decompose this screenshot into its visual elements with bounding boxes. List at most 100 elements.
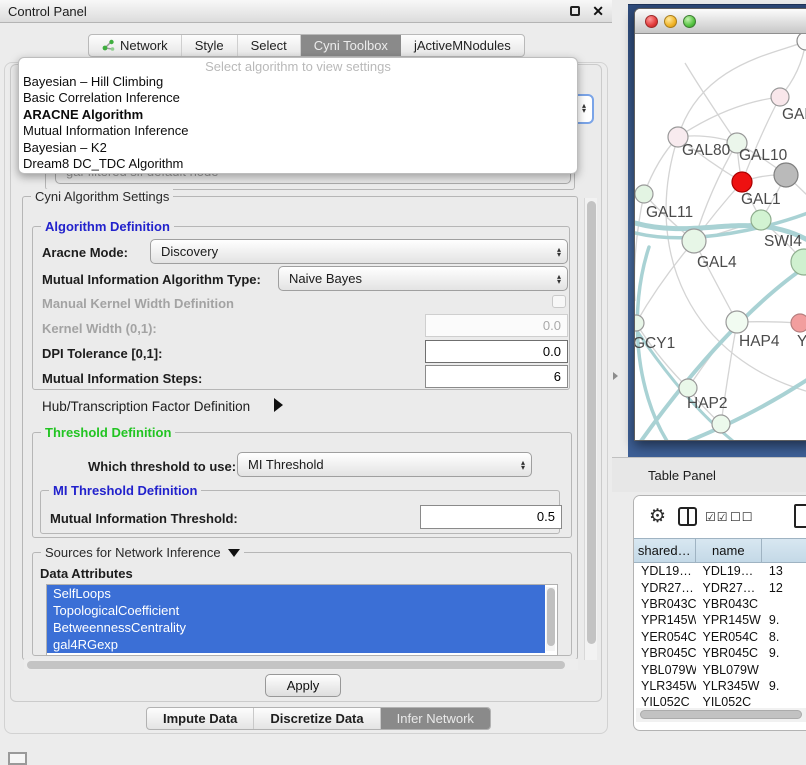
attribute-item-selected[interactable]: SelfLoops xyxy=(47,585,545,602)
table-row[interactable]: YBL079WYBL079W xyxy=(634,661,806,677)
close-icon[interactable]: ✕ xyxy=(592,6,604,16)
table-rows[interactable]: YDL19…YDL19…13YDR27…YDR27…12YBR043CYBR04… xyxy=(634,563,806,711)
bottom-tab-discretize-data[interactable]: Discretize Data xyxy=(254,708,380,729)
aracne-mode-combo[interactable]: Discovery ▴▾ xyxy=(150,239,568,264)
table-row[interactable]: YDR27…YDR27…12 xyxy=(634,579,806,595)
hub-section-label[interactable]: Hub/Transcription Factor Definition xyxy=(42,399,250,414)
attribute-item-selected[interactable]: BetweennessCentrality xyxy=(47,619,545,636)
network-node[interactable] xyxy=(791,314,806,332)
tab-network[interactable]: Network xyxy=(89,35,182,56)
kernel-width-field[interactable]: 0.0 xyxy=(425,314,568,337)
network-canvas[interactable]: GALGAL80GAL10GAL1GAL11SWI4GAL4GCY1HAP4YH… xyxy=(635,34,806,441)
network-node[interactable] xyxy=(751,210,771,230)
algorithm-item[interactable]: Mutual Information Inference xyxy=(19,123,577,139)
node-label: GAL80 xyxy=(682,142,731,159)
network-node[interactable] xyxy=(726,311,748,333)
minimize-traffic-light-icon[interactable] xyxy=(664,15,677,28)
table-hscroll-thumb[interactable] xyxy=(640,710,802,719)
network-window-titlebar[interactable] xyxy=(635,9,806,34)
unchecked-checkboxes-icon[interactable]: ☐☐ xyxy=(730,510,754,524)
float-window-icon[interactable] xyxy=(570,6,580,16)
table-row[interactable]: YBR045CYBR045C9. xyxy=(634,645,806,661)
network-node[interactable] xyxy=(635,315,644,331)
attribute-item-selected[interactable]: TopologicalCoefficient xyxy=(47,602,545,619)
network-node[interactable] xyxy=(791,249,806,275)
dpi-tolerance-field[interactable]: 0.0 xyxy=(425,340,568,363)
mi-algorithm-type-combo[interactable]: Naive Bayes ▴▾ xyxy=(278,266,568,291)
algorithm-definition-title: Algorithm Definition xyxy=(41,219,174,234)
algorithm-item[interactable]: Basic Correlation Inference xyxy=(19,90,577,106)
bottom-tab-infer-network[interactable]: Infer Network xyxy=(381,708,490,729)
network-node[interactable] xyxy=(732,172,752,192)
table-header-row[interactable]: shared…name xyxy=(634,538,806,563)
checked-checkboxes-icon[interactable]: ☑☑ xyxy=(705,510,729,524)
data-attributes-list[interactable]: SelfLoopsTopologicalCoefficientBetweenne… xyxy=(46,584,558,656)
algorithm-item[interactable]: Bayesian – K2 xyxy=(19,140,577,156)
settings-vscroll-thumb[interactable] xyxy=(587,201,596,644)
tab-style[interactable]: Style xyxy=(182,35,238,56)
table-cell: 9. xyxy=(762,613,806,627)
table-row[interactable]: YBR043CYBR043C xyxy=(634,596,806,612)
table-cell: 8. xyxy=(762,630,806,644)
bottom-tab-impute-data[interactable]: Impute Data xyxy=(147,708,254,729)
node-label: GAL1 xyxy=(741,191,781,208)
network-node[interactable] xyxy=(682,229,706,253)
tab-jactivemnodules[interactable]: jActiveMNodules xyxy=(401,35,524,56)
table-cell: YER054C xyxy=(696,630,762,644)
table-cell: YBR045C xyxy=(696,646,762,660)
collapsed-arrow-icon[interactable] xyxy=(274,398,283,412)
window-corner-icon[interactable] xyxy=(8,752,27,765)
apply-button[interactable]: Apply xyxy=(265,674,341,697)
table-cell: YER054C xyxy=(634,630,696,644)
algorithm-item[interactable]: Bayesian – Hill Climbing xyxy=(19,74,577,90)
aracne-mode-label: Aracne Mode: xyxy=(42,245,128,260)
algorithm-item[interactable]: ARACNE Algorithm xyxy=(19,107,577,123)
which-threshold-combo[interactable]: MI Threshold ▴▾ xyxy=(237,452,532,477)
table-cell: YPR145W xyxy=(696,613,762,627)
attribute-items: SelfLoopsTopologicalCoefficientBetweenne… xyxy=(47,585,557,653)
settings-hscroll-thumb[interactable] xyxy=(27,661,565,669)
expanded-arrow-icon[interactable] xyxy=(228,549,240,557)
table-row[interactable]: YER054CYER054C8. xyxy=(634,629,806,645)
aracne-mode-value: Discovery xyxy=(161,244,218,259)
attribute-item-selected[interactable]: gal4RGexp xyxy=(47,636,545,653)
table-cell: YDL19… xyxy=(634,564,696,578)
table-cell: YDR27… xyxy=(634,581,696,595)
table-panel-header: Table Panel xyxy=(612,457,806,492)
network-node[interactable] xyxy=(635,185,653,203)
column-header[interactable]: shared… xyxy=(634,539,696,562)
tab-cyni-toolbox[interactable]: Cyni Toolbox xyxy=(301,35,401,56)
zoom-traffic-light-icon[interactable] xyxy=(683,15,696,28)
splitter-handle-icon[interactable] xyxy=(613,372,618,380)
table-row[interactable]: YPR145WYPR145W9. xyxy=(634,612,806,628)
cyni-algorithm-settings-title: Cyni Algorithm Settings xyxy=(31,189,173,204)
network-node[interactable] xyxy=(771,88,789,106)
network-node[interactable] xyxy=(774,163,798,187)
page-icon[interactable] xyxy=(794,504,806,528)
table-horizontal-scrollbar[interactable] xyxy=(636,708,806,722)
settings-vertical-scrollbar[interactable] xyxy=(584,198,597,660)
network-node[interactable] xyxy=(712,415,730,433)
column-header[interactable] xyxy=(762,539,806,562)
table-row[interactable]: YDL19…YDL19…13 xyxy=(634,563,806,579)
list-vscroll-thumb[interactable] xyxy=(547,588,555,646)
column-split-icon[interactable] xyxy=(678,507,697,526)
table-row[interactable]: YLR345WYLR345W9. xyxy=(634,678,806,694)
gear-icon[interactable]: ⚙ xyxy=(649,505,666,528)
mi-threshold-field[interactable]: 0.5 xyxy=(420,505,562,529)
table-cell: YBR043C xyxy=(634,597,696,611)
table-cell: 9. xyxy=(762,646,806,660)
network-node[interactable] xyxy=(797,34,806,50)
settings-horizontal-scrollbar[interactable] xyxy=(24,659,578,670)
column-header[interactable]: name xyxy=(696,539,763,562)
algorithm-item[interactable]: Dream8 DC_TDC Algorithm xyxy=(19,156,577,172)
sources-title: Sources for Network Inference xyxy=(41,545,244,560)
list-vertical-scrollbar[interactable] xyxy=(546,587,555,651)
tab-select[interactable]: Select xyxy=(238,35,301,56)
node-label: SWI4 xyxy=(764,233,802,250)
bottom-tabbar: Impute DataDiscretize DataInfer Network xyxy=(146,707,491,730)
manual-kernel-width-checkbox[interactable] xyxy=(552,295,566,308)
node-label: GCY1 xyxy=(635,335,675,352)
mi-steps-field[interactable]: 6 xyxy=(425,365,568,388)
close-traffic-light-icon[interactable] xyxy=(645,15,658,28)
